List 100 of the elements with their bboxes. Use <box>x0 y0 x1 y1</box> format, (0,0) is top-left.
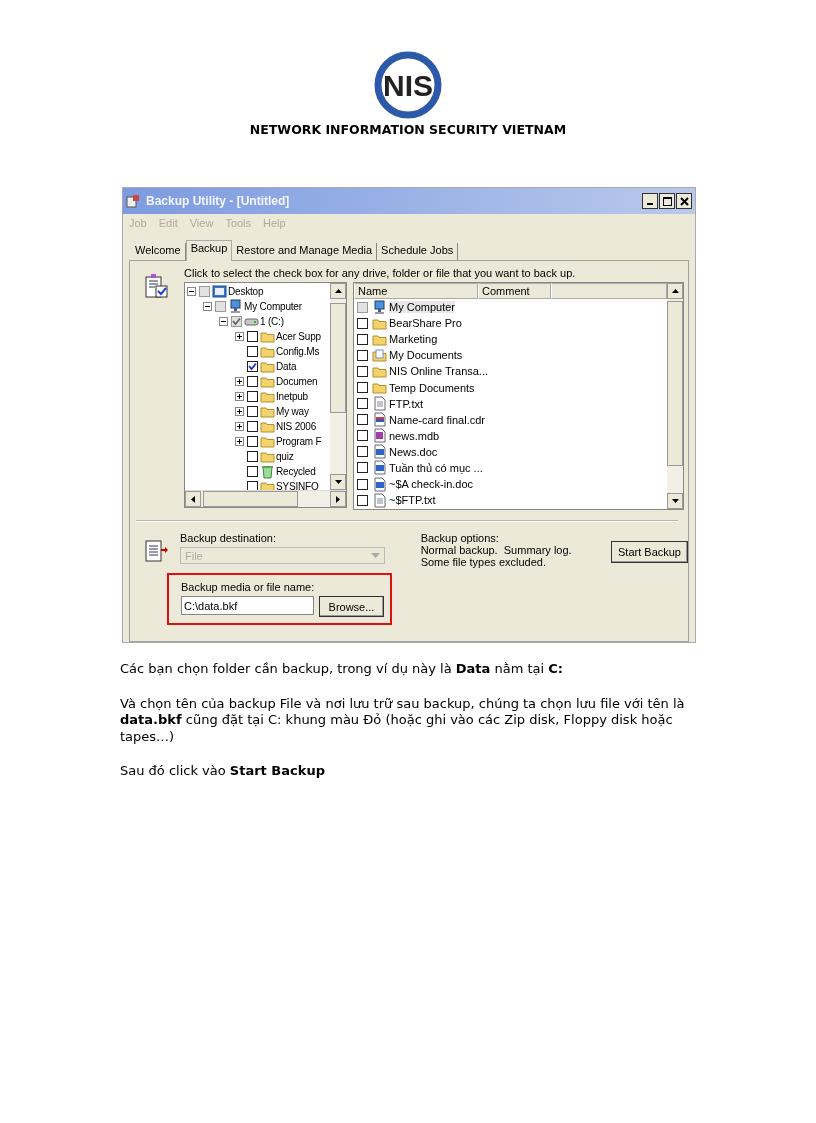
expand-icon[interactable] <box>235 377 244 386</box>
checkbox[interactable] <box>357 333 368 345</box>
database-file-icon <box>372 428 387 444</box>
close-button[interactable] <box>676 193 692 209</box>
tree-item[interactable]: My way <box>276 406 309 417</box>
file-name[interactable]: Tuần thủ có mục ... <box>389 462 483 474</box>
checkbox[interactable] <box>357 478 368 490</box>
scrollbar[interactable] <box>667 283 683 509</box>
checkbox[interactable] <box>357 398 368 410</box>
file-name[interactable]: My Documents <box>389 349 463 362</box>
tree-item[interactable]: Documen <box>276 376 318 387</box>
checkbox[interactable] <box>247 391 258 402</box>
tree-item[interactable]: Desktop <box>228 286 264 297</box>
file-name[interactable]: Marketing <box>389 333 438 346</box>
checkbox[interactable] <box>357 382 368 393</box>
scroll-right-icon[interactable] <box>336 495 340 503</box>
file-name[interactable]: BearShare Pro <box>389 317 462 330</box>
expand-icon[interactable] <box>235 332 244 341</box>
expand-icon[interactable] <box>235 407 244 416</box>
file-name[interactable]: FTP.txt <box>389 397 424 410</box>
minimize-button[interactable] <box>642 193 658 209</box>
checkbox[interactable] <box>357 494 368 506</box>
tree-item[interactable]: 1 (C:) <box>260 316 284 327</box>
checkbox[interactable] <box>199 286 210 297</box>
scroll-left-icon[interactable] <box>191 495 195 503</box>
checkbox[interactable] <box>247 466 258 477</box>
checkbox[interactable] <box>247 376 258 387</box>
close-icon <box>679 196 689 206</box>
checklist-icon <box>144 273 170 299</box>
file-name[interactable]: ~$FTP.txt <box>389 494 436 507</box>
collapse-icon[interactable] <box>219 317 228 326</box>
checkbox[interactable] <box>247 361 258 372</box>
file-name[interactable]: news.mdb <box>389 429 440 442</box>
checkbox[interactable] <box>247 406 258 417</box>
scroll-up-icon[interactable] <box>334 289 342 293</box>
tab[interactable]: Restore and Manage Media <box>232 243 378 260</box>
expand-icon[interactable] <box>235 422 244 431</box>
tab[interactable]: Schedule Jobs <box>377 243 459 260</box>
tree-item[interactable]: My Computer <box>244 301 302 312</box>
instruction-text: Click to select the check box for any drive, folder or file that you want to back up. <box>184 267 577 281</box>
scrollbar[interactable] <box>330 283 346 490</box>
column-header[interactable]: Comment <box>478 283 551 299</box>
collapse-icon[interactable] <box>203 302 212 311</box>
scroll-down-icon[interactable] <box>671 499 679 503</box>
expand-icon[interactable] <box>235 437 244 446</box>
file-name-field[interactable]: C:\data.bkf <box>181 596 314 615</box>
collapse-icon[interactable] <box>187 287 196 296</box>
word-document-icon <box>372 476 387 492</box>
computer-icon <box>228 299 243 314</box>
checkbox[interactable] <box>357 301 368 313</box>
folder-icon <box>260 359 275 374</box>
maximize-button[interactable] <box>659 193 675 209</box>
tree-item[interactable]: NIS 2006 <box>276 421 317 432</box>
paragraph: Sau đó click vào Start Backup <box>120 763 326 780</box>
tab[interactable]: Backup <box>185 240 233 261</box>
document-arrow-icon <box>144 538 170 564</box>
tree-item[interactable]: Acer Supp <box>276 331 321 342</box>
checkbox[interactable] <box>247 346 258 357</box>
file-name[interactable]: My Computer <box>389 301 456 314</box>
expand-icon[interactable] <box>235 392 244 401</box>
checkbox[interactable] <box>357 462 368 474</box>
tree-item[interactable]: Data <box>276 361 297 372</box>
scroll-up-icon[interactable] <box>671 289 679 293</box>
checkbox[interactable] <box>357 317 368 329</box>
destination-label: Backup destination: <box>180 532 277 545</box>
checkbox[interactable] <box>247 421 258 432</box>
paragraph: Và chọn tên của backup File và nơi lưu trữ sau backup, chúng ta chọn lưu file với tên là data.bkf cũng đặt tại C: khung màu Đỏ (hoặc ghi vào các Zip disk, Floppy disk hoặc tapes…) <box>120 695 686 745</box>
file-name[interactable]: Name-card final.cdr <box>389 413 485 426</box>
checkbox[interactable] <box>247 331 258 342</box>
file-name[interactable]: Temp Documents <box>389 381 475 394</box>
document-folder-icon <box>372 347 387 363</box>
browse-button[interactable]: Browse... <box>319 596 384 617</box>
checkbox[interactable] <box>357 365 368 377</box>
file-name[interactable]: ~$A check-in.doc <box>389 478 474 491</box>
checkbox[interactable] <box>231 316 242 327</box>
tab[interactable]: Welcome <box>131 243 186 260</box>
tree-item[interactable]: Inetpub <box>276 391 308 402</box>
checkbox[interactable] <box>357 414 368 426</box>
organization-name: NETWORK INFORMATION SECURITY VIETNAM <box>248 122 568 137</box>
checkbox[interactable] <box>247 436 258 447</box>
tree-item[interactable]: Config.Ms <box>276 346 320 357</box>
folder-icon <box>260 419 275 434</box>
checkbox[interactable] <box>247 451 258 462</box>
column-header[interactable]: Name <box>354 283 478 299</box>
folder-icon <box>260 389 275 404</box>
folder-icon <box>260 434 275 449</box>
tree-item[interactable]: quiz <box>276 451 294 462</box>
file-name[interactable]: News.doc <box>389 445 438 458</box>
start-backup-button[interactable]: Start Backup <box>611 541 688 563</box>
tree-item[interactable]: Recycled <box>276 466 316 477</box>
checkbox[interactable] <box>215 301 226 312</box>
checkbox[interactable] <box>357 349 368 361</box>
checkbox[interactable] <box>357 430 368 442</box>
tree-item[interactable]: Program F <box>276 436 322 447</box>
tree-item[interactable]: SYSINFO <box>276 481 319 490</box>
file-name[interactable]: NIS Online Transa... <box>389 365 489 378</box>
scrollbar[interactable] <box>185 490 346 507</box>
checkbox[interactable] <box>357 446 368 458</box>
checkbox[interactable] <box>247 481 258 490</box>
scroll-down-icon[interactable] <box>334 480 342 484</box>
